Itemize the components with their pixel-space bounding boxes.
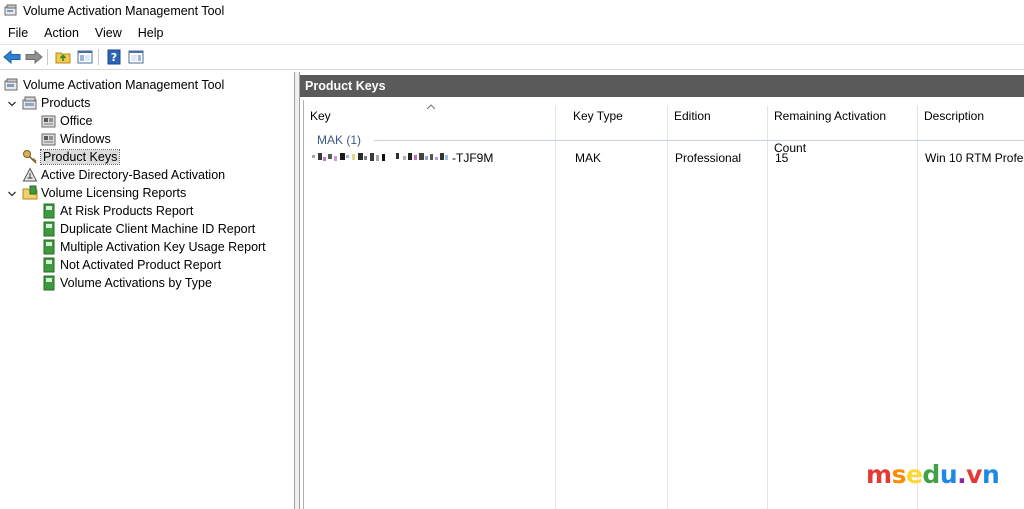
toolbar-separator (47, 49, 48, 65)
arrow-left-icon (3, 50, 21, 64)
tree-item-volume-licensing-reports[interactable]: Volume Licensing Reports (22, 184, 186, 202)
redacted-key-mask (312, 153, 448, 161)
reports-folder-icon (22, 185, 38, 200)
toolbar: ? (0, 45, 1024, 70)
help-button[interactable]: ? (104, 47, 124, 67)
window-title: Volume Activation Management Tool (23, 4, 225, 18)
column-divider[interactable] (917, 106, 918, 509)
windows-product-icon (41, 133, 56, 146)
console-tree-icon (77, 50, 93, 64)
column-divider[interactable] (555, 106, 556, 509)
console-tree: Volume Activation Management Tool Produc… (0, 72, 295, 509)
show-hide-action-pane-button[interactable] (126, 47, 146, 67)
menu-view[interactable]: View (87, 22, 130, 44)
tree-item-office[interactable]: Office (41, 112, 92, 130)
results-pane: Product Keys Key Key Type Edition Remain… (300, 72, 1024, 509)
column-header-edition[interactable]: Edition (668, 100, 768, 132)
tree-item-report-multiple-activation[interactable]: Multiple Activation Key Usage Report (41, 238, 266, 256)
products-icon (22, 96, 37, 110)
chevron-down-icon[interactable] (7, 99, 17, 109)
tree-item-report-duplicate-cmid[interactable]: Duplicate Client Machine ID Report (41, 220, 255, 238)
ad-triangle-icon (22, 167, 38, 182)
column-divider[interactable] (667, 106, 668, 509)
table-row-remaining-cell[interactable]: 15 (775, 150, 788, 166)
tree-item-root[interactable]: Volume Activation Management Tool (4, 76, 224, 94)
report-book-icon (43, 257, 55, 273)
up-folder-button[interactable] (53, 47, 73, 67)
tree-item-windows[interactable]: Windows (41, 130, 111, 148)
panel-title: Product Keys (300, 75, 1024, 97)
forward-button[interactable] (24, 47, 44, 67)
tree-item-ad-based-activation[interactable]: Active Directory-Based Activation (22, 166, 225, 184)
vamt-app-icon (4, 4, 17, 16)
chevron-down-icon[interactable] (7, 189, 17, 199)
tree-item-report-activations-by-type[interactable]: Volume Activations by Type (41, 274, 212, 292)
table-row-key-cell[interactable]: -TJF9M (312, 150, 493, 166)
table-row-description-cell[interactable]: Win 10 RTM Professi (925, 150, 1024, 166)
svg-text:?: ? (111, 51, 117, 64)
group-divider (374, 140, 1024, 141)
key-icon (23, 150, 37, 164)
report-book-icon (43, 239, 55, 255)
site-watermark: msedu.vn (866, 460, 1000, 489)
tree-item-products[interactable]: Products (22, 94, 90, 112)
office-product-icon (41, 115, 56, 128)
menu-action[interactable]: Action (36, 22, 87, 44)
table-row-edition-cell[interactable]: Professional (675, 150, 741, 166)
help-icon: ? (107, 49, 121, 65)
report-book-icon (43, 221, 55, 237)
column-header-remaining-activation-count[interactable]: Remaining Activation Count (768, 100, 918, 155)
column-divider[interactable] (767, 106, 768, 509)
tree-item-product-keys[interactable]: Product Keys (22, 148, 121, 166)
table-row-key-type-cell[interactable]: MAK (575, 150, 601, 166)
group-header-mak[interactable]: MAK (1) (317, 132, 361, 148)
product-keys-list: Key Key Type Edition Remaining Activatio… (303, 100, 1024, 509)
sort-ascending-icon (426, 104, 436, 110)
menu-file[interactable]: File (0, 22, 36, 44)
title-bar: Volume Activation Management Tool (0, 0, 1024, 22)
report-book-icon (43, 203, 55, 219)
menu-help[interactable]: Help (130, 22, 172, 44)
back-button[interactable] (2, 47, 22, 67)
report-book-icon (43, 275, 55, 291)
tree-item-report-at-risk[interactable]: At Risk Products Report (41, 202, 193, 220)
action-pane-icon (128, 50, 144, 64)
tree-item-report-not-activated[interactable]: Not Activated Product Report (41, 256, 221, 274)
arrow-right-icon (25, 50, 43, 64)
column-header-description[interactable]: Description (918, 100, 1024, 132)
show-hide-console-tree-button[interactable] (75, 47, 95, 67)
folder-up-icon (55, 52, 71, 64)
column-header-key-type[interactable]: Key Type (567, 100, 671, 132)
toolbar-separator (98, 49, 99, 65)
menu-bar: File Action View Help (0, 22, 1024, 45)
vamt-root-icon (4, 78, 18, 91)
